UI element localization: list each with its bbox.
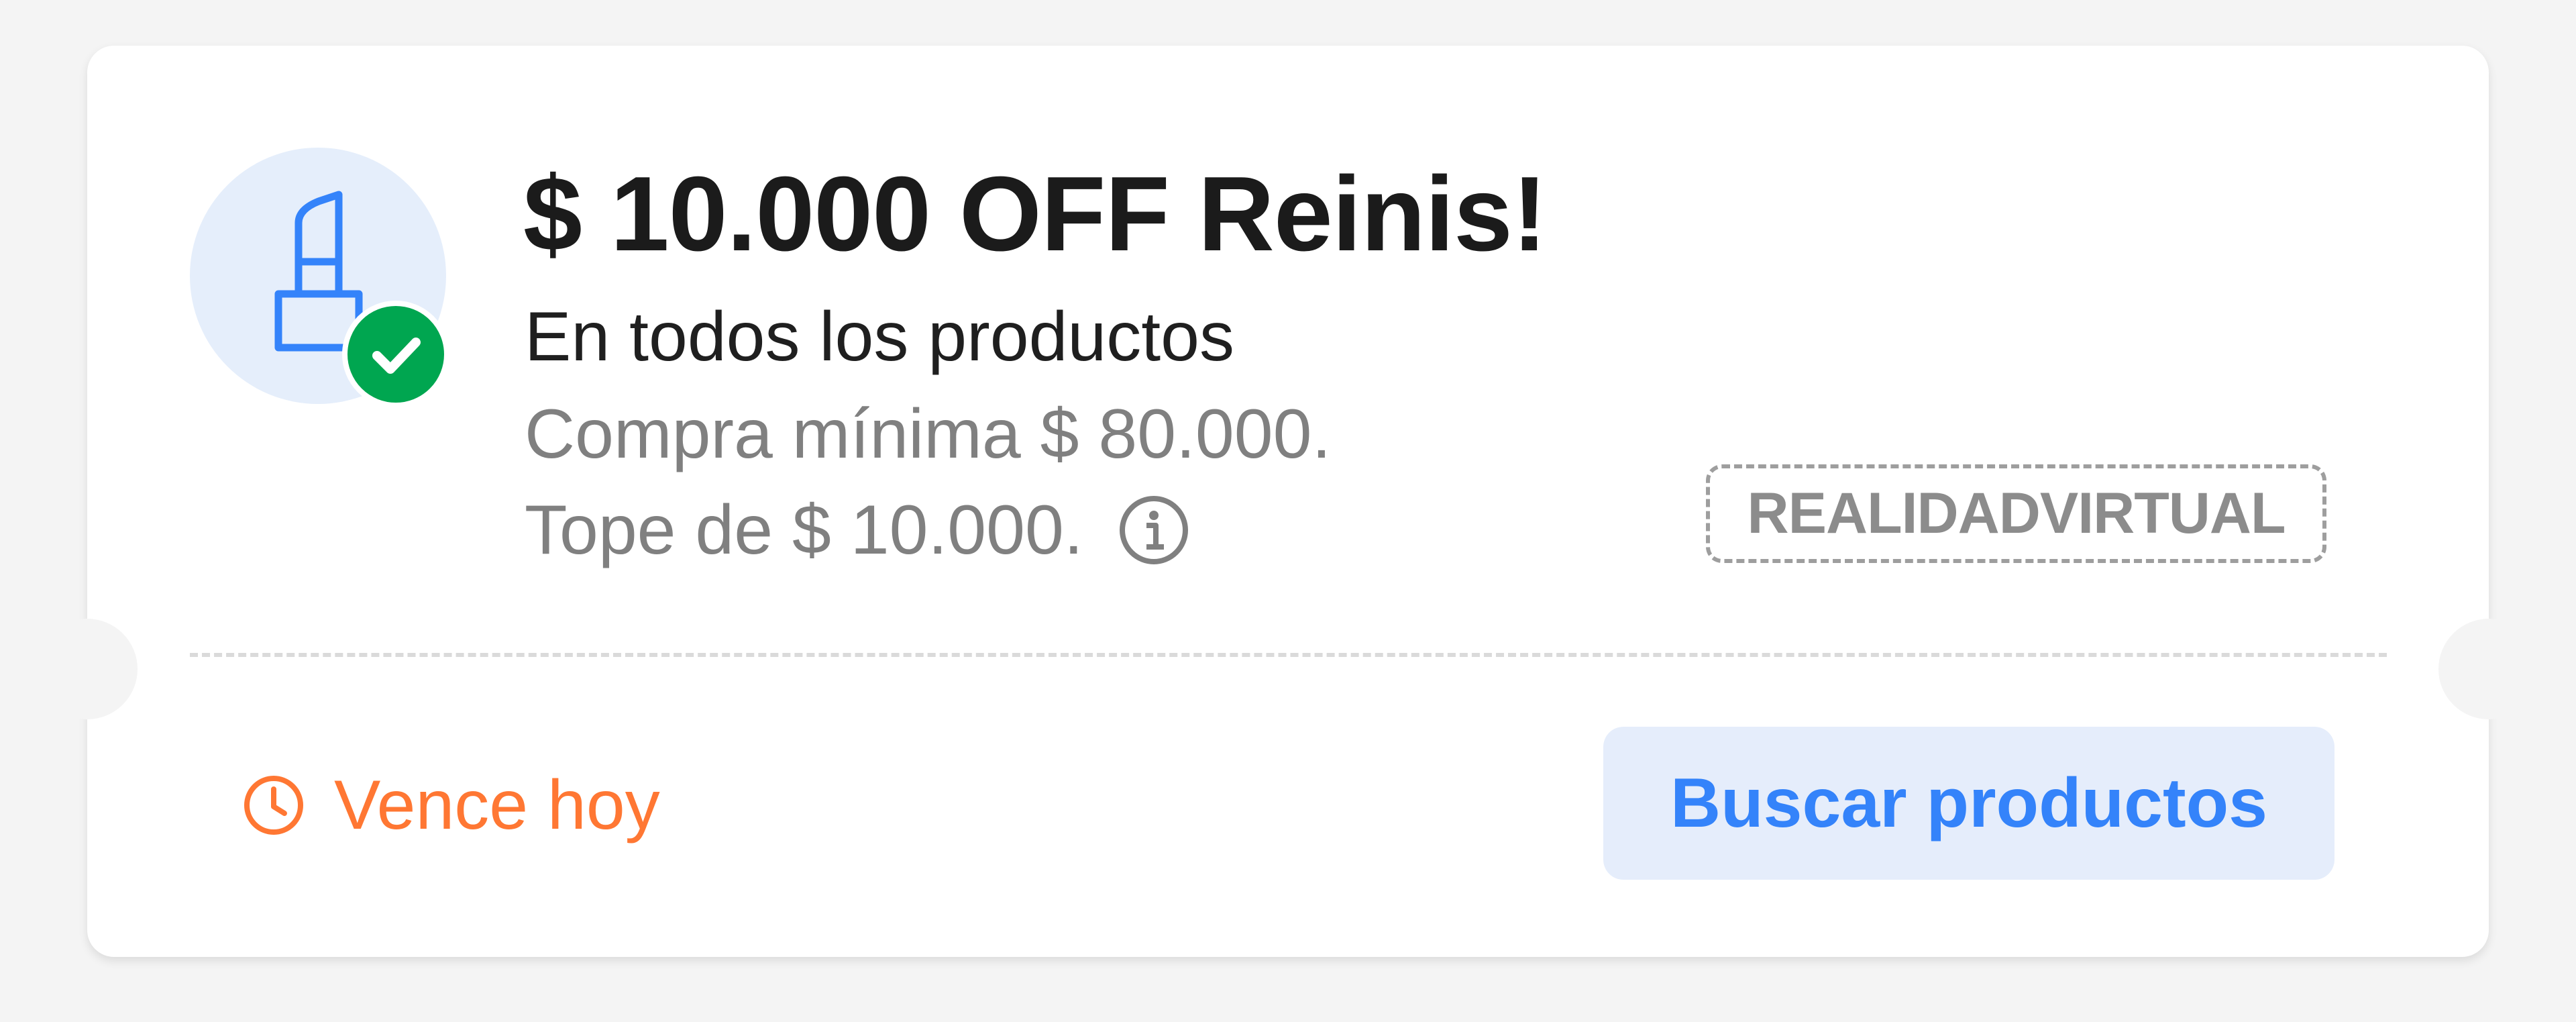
discount-cap: Tope de $ 10.000. [525,491,1083,569]
dashed-divider [190,653,2387,657]
coupon-subtitle: En todos los productos [525,298,1234,376]
search-products-button[interactable]: Buscar productos [1603,727,2334,880]
expiry-row: Vence hoy [240,765,660,846]
coupon-code[interactable]: REALIDADVIRTUAL [1706,464,2326,563]
expiry-label: Vence hoy [334,766,660,844]
coupon-title: $ 10.000 OFF Reinis! [523,155,1548,273]
info-icon[interactable] [1117,493,1191,567]
minimum-purchase: Compra mínima $ 80.000. [525,395,1332,473]
check-badge [342,301,449,408]
clock-icon [244,776,303,835]
check-icon [372,338,421,374]
cap-row: Tope de $ 10.000. [525,493,1191,567]
coupon-notch-right [2438,619,2539,719]
coupon-notch-left [37,619,138,719]
